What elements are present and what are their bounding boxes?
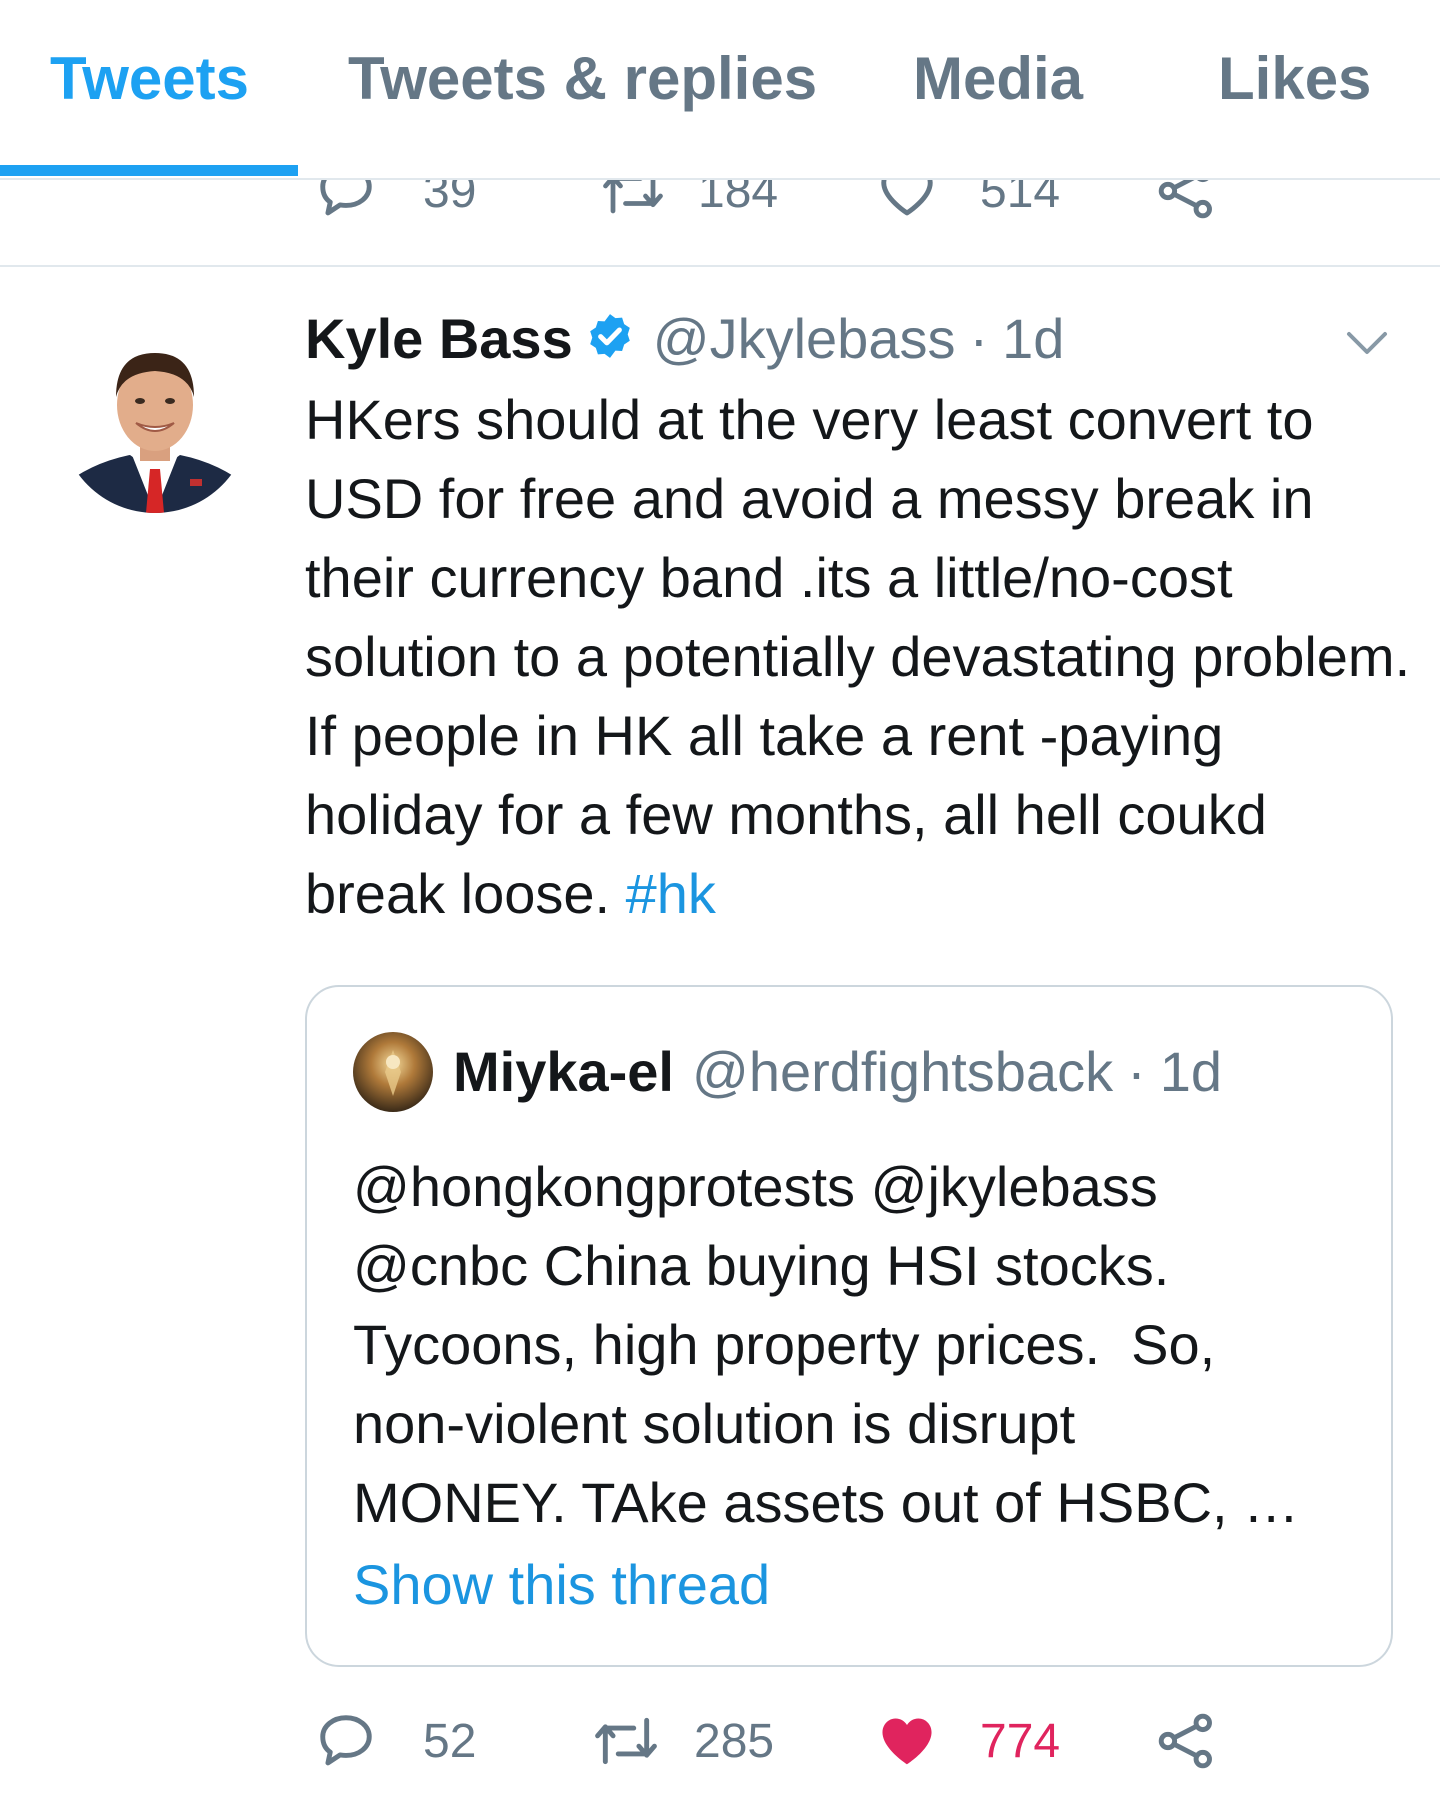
author-name[interactable]: Kyle Bass [305, 306, 573, 371]
hashtag-link[interactable]: #hk [626, 862, 716, 925]
author-handle[interactable]: @Jkylebass [653, 306, 956, 371]
show-thread-link[interactable]: Show this thread [353, 1552, 770, 1617]
reply-action[interactable]: 52 [315, 1710, 476, 1772]
retweet-action[interactable]: 285 [588, 1710, 774, 1772]
quoted-header: Miyka-el @herdfightsback · 1d [453, 1039, 1222, 1104]
quoted-author-handle: @herdfightsback [692, 1040, 1114, 1103]
verified-badge-icon [585, 311, 635, 366]
active-tab-indicator [0, 165, 298, 176]
chevron-down-icon[interactable] [1345, 328, 1389, 363]
reply-count: 52 [423, 1714, 477, 1768]
tab-media[interactable]: Media [913, 44, 1083, 113]
retweet-count: 285 [694, 1714, 775, 1768]
profile-tabs: Tweets Tweets & replies Media Likes [0, 0, 1440, 180]
retweet-icon [595, 1717, 657, 1765]
tab-likes[interactable]: Likes [1218, 44, 1371, 113]
avatar[interactable] [60, 323, 250, 513]
tweet-header: Kyle Bass @Jkylebass · 1d [305, 306, 1064, 371]
tweet-divider [0, 265, 1440, 267]
share-action[interactable] [1155, 1710, 1217, 1772]
quoted-author-name: Miyka-el [453, 1040, 674, 1103]
heart-icon [882, 1718, 932, 1765]
tweet-actions: 52 285 774 [0, 1710, 1440, 1790]
quoted-tweet[interactable]: Miyka-el @herdfightsback · 1d @hongkongp… [305, 985, 1393, 1667]
tweet-timestamp[interactable]: 1d [1002, 306, 1064, 371]
like-action[interactable]: 774 [874, 1710, 1060, 1772]
tab-tweets-and-replies[interactable]: Tweets & replies [348, 44, 817, 113]
quoted-timestamp: 1d [1159, 1040, 1223, 1103]
share-icon [1158, 1713, 1212, 1769]
tweet-body: HKers should at the very least convert t… [305, 388, 1411, 925]
quoted-text: @hongkongprotests @jkylebass @cnbc China… [353, 1155, 1300, 1534]
header-separator: · [969, 307, 989, 370]
tweet-text: HKers should at the very least convert t… [305, 380, 1415, 933]
reply-icon [320, 1715, 372, 1766]
quoted-separator: · [1127, 1040, 1146, 1103]
tab-tweets[interactable]: Tweets [50, 44, 249, 113]
like-count: 774 [980, 1714, 1061, 1768]
quoted-avatar [353, 1032, 433, 1112]
